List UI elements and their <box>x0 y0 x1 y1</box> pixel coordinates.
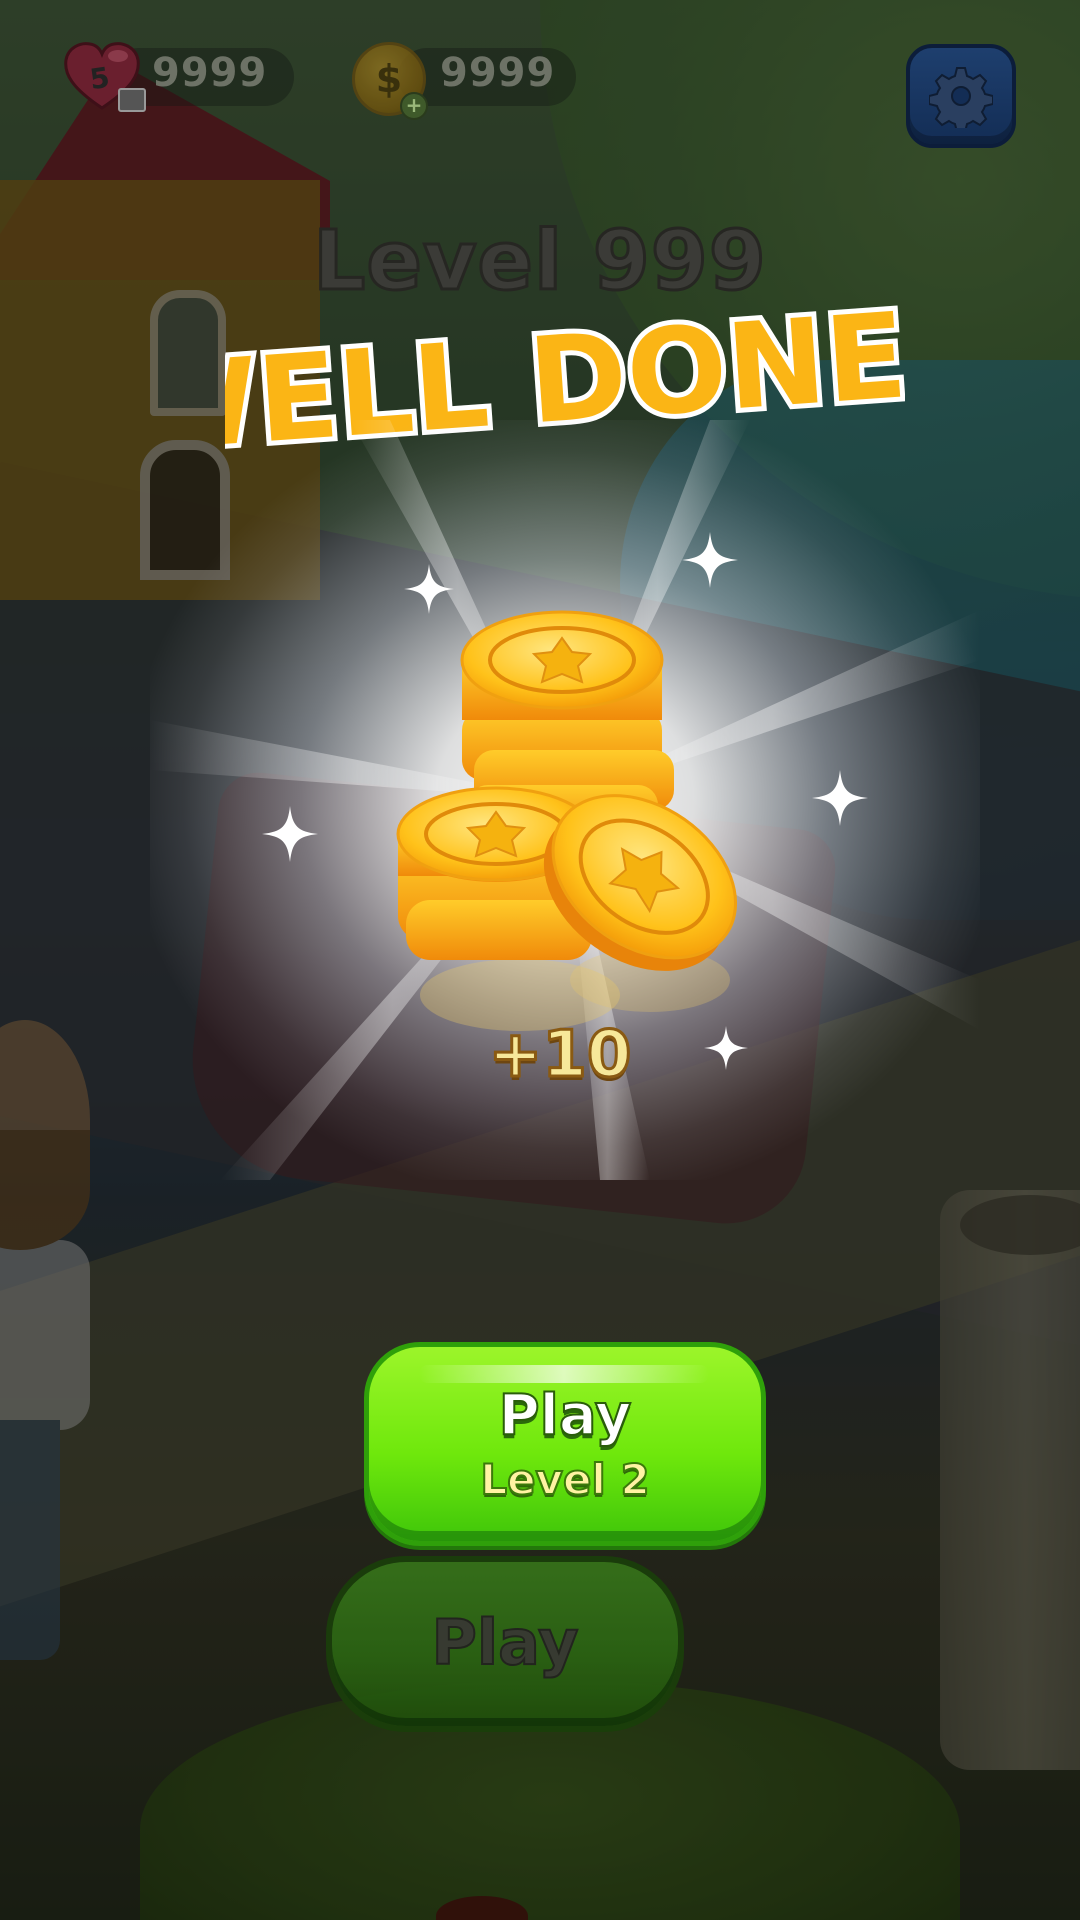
button-shine <box>419 1365 709 1383</box>
play-button-secondary[interactable]: Play <box>326 1556 684 1732</box>
play-next-label: Play <box>498 1382 633 1449</box>
play-secondary-label: Play <box>430 1605 579 1680</box>
game-screen: 5 9999 $ + 9999 Level 999 WELL DONE ! <box>0 0 1080 1920</box>
play-next-level-button[interactable]: Play Level 2 <box>364 1342 766 1546</box>
add-coins-button[interactable]: + <box>400 92 428 120</box>
video-ad-icon[interactable] <box>118 88 146 112</box>
lives-value: 9999 <box>152 50 268 96</box>
sparkle-icon <box>812 770 868 826</box>
sparkle-icon <box>262 806 318 862</box>
gold-coin-stack-icon <box>396 610 738 1031</box>
next-level-label: Level 2 <box>479 1454 650 1505</box>
sparkle-icon <box>404 564 454 614</box>
gear-icon <box>929 67 993 128</box>
settings-button[interactable] <box>906 44 1016 148</box>
sparkle-icon <box>682 532 738 588</box>
reward-amount: +10 <box>487 1017 633 1094</box>
coins-value: 9999 <box>440 50 556 96</box>
level-title: Level 999 <box>312 213 768 311</box>
